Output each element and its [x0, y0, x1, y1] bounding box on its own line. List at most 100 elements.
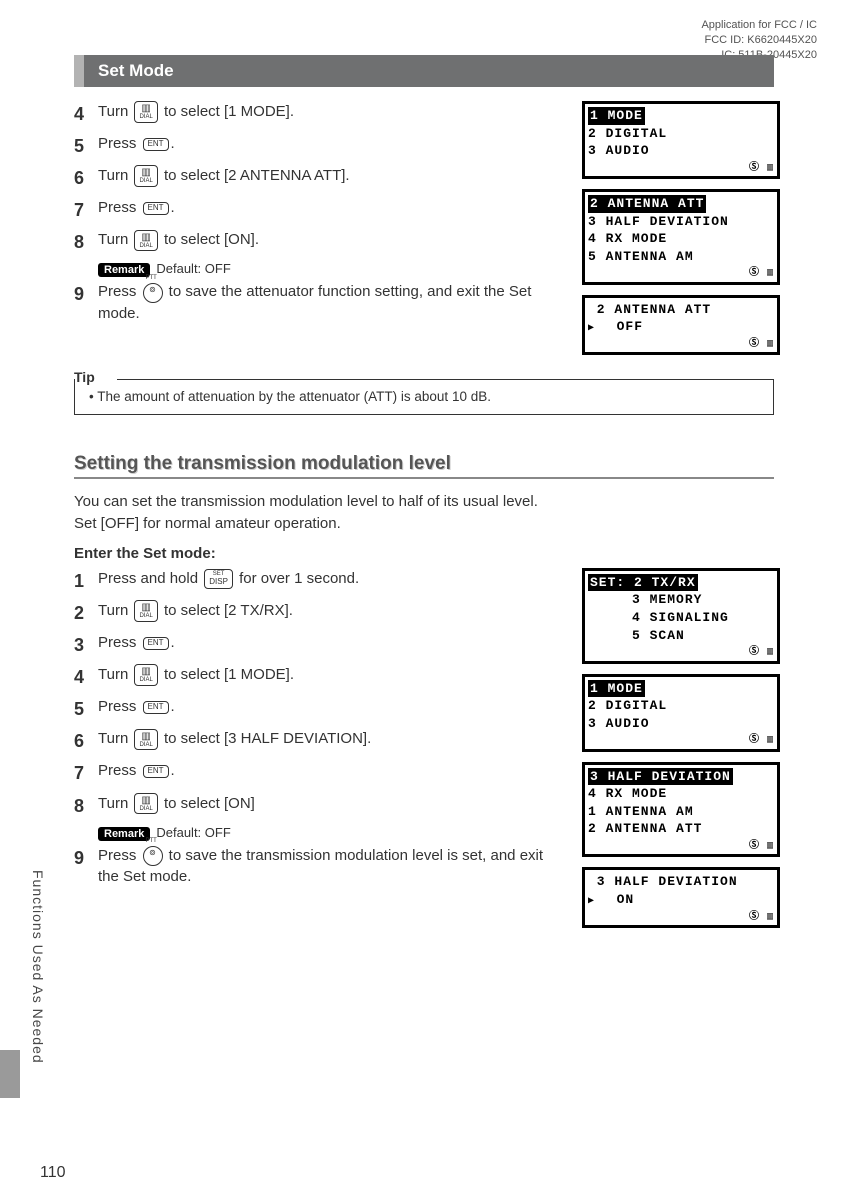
- lcd-line: 4 RX MODE: [588, 230, 774, 248]
- header-line: FCC ID: K6620445X20: [701, 33, 817, 48]
- dial-icon: DIAL: [134, 165, 157, 187]
- step-number: 4: [74, 101, 98, 127]
- lcd-screen: 3 HALF DEVIATION ON Ⓢ ▥: [582, 867, 780, 928]
- step-number: 9: [74, 845, 98, 871]
- step-row: 5Press ENT.: [74, 133, 564, 159]
- step-text: Turn DIAL to select [ON]: [98, 793, 255, 815]
- ent-icon: ENT: [143, 701, 169, 714]
- tip-label: Tip: [74, 369, 101, 385]
- lcd-screen: 2 ANTENNA ATT OFF Ⓢ ▥: [582, 295, 780, 356]
- lcd-line: 2 DIGITAL: [588, 125, 774, 143]
- screens-column-b: SET: 2 TX/RX 3 MEMORY 4 SIGNALING 5 SCAN…: [582, 568, 780, 928]
- step-row: 4Turn DIAL to select [1 MODE].: [74, 664, 564, 690]
- steps-column-a: 4Turn DIAL to select [1 MODE].5Press ENT…: [74, 101, 564, 355]
- lcd-line: 3 AUDIO: [588, 142, 774, 160]
- lcd-line: 5 ANTENNA AM: [588, 248, 774, 266]
- dial-icon: DIAL: [134, 230, 157, 252]
- subhead: Enter the Set mode:: [74, 545, 774, 562]
- step-text: Turn DIAL to select [2 ANTENNA ATT].: [98, 165, 350, 187]
- step-row: 7Press ENT.: [74, 197, 564, 223]
- lcd-line: 2 DIGITAL: [588, 697, 774, 715]
- set-mode-bar: Set Mode: [74, 55, 774, 87]
- lcd-status: Ⓢ ▥: [588, 338, 774, 352]
- step-text: Turn DIAL to select [1 MODE].: [98, 101, 294, 123]
- lcd-line: 1 MODE: [588, 680, 774, 698]
- step-number: 8: [74, 229, 98, 255]
- ptt-icon: ⊚: [143, 283, 163, 303]
- step-row: 3Press ENT.: [74, 632, 564, 658]
- step-text: Press ENT.: [98, 760, 175, 782]
- lcd-status: Ⓢ ▥: [588, 646, 774, 660]
- header-line: Application for FCC / IC: [701, 18, 817, 33]
- step-row: 7Press ENT.: [74, 760, 564, 786]
- dial-icon: DIAL: [134, 793, 157, 815]
- lcd-line: 4 RX MODE: [588, 785, 774, 803]
- remark-line: RemarkDefault: OFF: [98, 825, 564, 841]
- page-number: 110: [40, 1164, 66, 1182]
- step-text: Turn DIAL to select [2 TX/RX].: [98, 600, 293, 622]
- step-number: 2: [74, 600, 98, 626]
- lcd-status: Ⓢ ▥: [588, 267, 774, 281]
- step-text: Press ⊚ to save the transmission modulat…: [98, 845, 564, 889]
- step-text: Press and hold SETDISP for over 1 second…: [98, 568, 359, 590]
- step-row: 6Turn DIAL to select [2 ANTENNA ATT].: [74, 165, 564, 191]
- section-body: You can set the transmission modulation …: [74, 491, 774, 535]
- side-label: Functions Used As Needed: [30, 870, 46, 1064]
- lcd-line: ON: [588, 891, 774, 909]
- step-number: 1: [74, 568, 98, 594]
- disp-icon: SETDISP: [204, 569, 233, 588]
- lcd-status: Ⓢ ▥: [588, 734, 774, 748]
- remark-pill: Remark: [98, 263, 150, 277]
- ent-icon: ENT: [143, 765, 169, 778]
- dial-icon: DIAL: [134, 600, 157, 622]
- step-row: 5Press ENT.: [74, 696, 564, 722]
- step-row: 6Turn DIAL to select [3 HALF DEVIATION].: [74, 728, 564, 754]
- ent-icon: ENT: [143, 202, 169, 215]
- step-number: 8: [74, 793, 98, 819]
- lcd-line: 5 SCAN: [588, 627, 774, 645]
- step-text: Press ⊚ to save the attenuator function …: [98, 281, 564, 325]
- lcd-line: 3 HALF DEVIATION: [588, 873, 774, 891]
- step-row: 9Press ⊚ to save the transmission modula…: [74, 845, 564, 889]
- step-row: 2Turn DIAL to select [2 TX/RX].: [74, 600, 564, 626]
- ent-icon: ENT: [143, 138, 169, 151]
- step-number: 7: [74, 760, 98, 786]
- step-number: 3: [74, 632, 98, 658]
- remark-text: Default: OFF: [156, 261, 230, 276]
- lcd-screen: SET: 2 TX/RX 3 MEMORY 4 SIGNALING 5 SCAN…: [582, 568, 780, 664]
- step-number: 4: [74, 664, 98, 690]
- step-text: Press ENT.: [98, 133, 175, 155]
- step-number: 6: [74, 165, 98, 191]
- lcd-line: 3 HALF DEVIATION: [588, 768, 774, 786]
- lcd-line: 2 ANTENNA ATT: [588, 301, 774, 319]
- step-row: 9Press ⊚ to save the attenuator function…: [74, 281, 564, 325]
- lcd-line: 3 HALF DEVIATION: [588, 213, 774, 231]
- step-number: 6: [74, 728, 98, 754]
- step-text: Press ENT.: [98, 197, 175, 219]
- step-number: 5: [74, 696, 98, 722]
- step-number: 5: [74, 133, 98, 159]
- lcd-screen: 2 ANTENNA ATT3 HALF DEVIATION4 RX MODE5 …: [582, 189, 780, 285]
- tip-text: • The amount of attenuation by the atten…: [89, 389, 491, 404]
- lcd-line: SET: 2 TX/RX: [588, 574, 774, 592]
- remark-text: Default: OFF: [156, 825, 230, 840]
- dial-icon: DIAL: [134, 101, 157, 123]
- step-row: 8Turn DIAL to select [ON]: [74, 793, 564, 819]
- dial-icon: DIAL: [134, 664, 157, 686]
- lcd-status: Ⓢ ▥: [588, 911, 774, 925]
- lcd-line: 2 ANTENNA ATT: [588, 195, 774, 213]
- lcd-screen: 3 HALF DEVIATION4 RX MODE1 ANTENNA AM2 A…: [582, 762, 780, 858]
- step-text: Press ENT.: [98, 632, 175, 654]
- lcd-line: 3 AUDIO: [588, 715, 774, 733]
- lcd-line: OFF: [588, 318, 774, 336]
- step-row: 1Press and hold SETDISP for over 1 secon…: [74, 568, 564, 594]
- lcd-line: 4 SIGNALING: [588, 609, 774, 627]
- lcd-screen: 1 MODE2 DIGITAL3 AUDIOⓈ ▥: [582, 101, 780, 179]
- lcd-line: 1 MODE: [588, 107, 774, 125]
- dial-icon: DIAL: [134, 729, 157, 751]
- lcd-line: 2 ANTENNA ATT: [588, 820, 774, 838]
- step-row: 8Turn DIAL to select [ON].: [74, 229, 564, 255]
- lcd-line: 3 MEMORY: [588, 591, 774, 609]
- lcd-status: Ⓢ ▥: [588, 840, 774, 854]
- step-text: Turn DIAL to select [1 MODE].: [98, 664, 294, 686]
